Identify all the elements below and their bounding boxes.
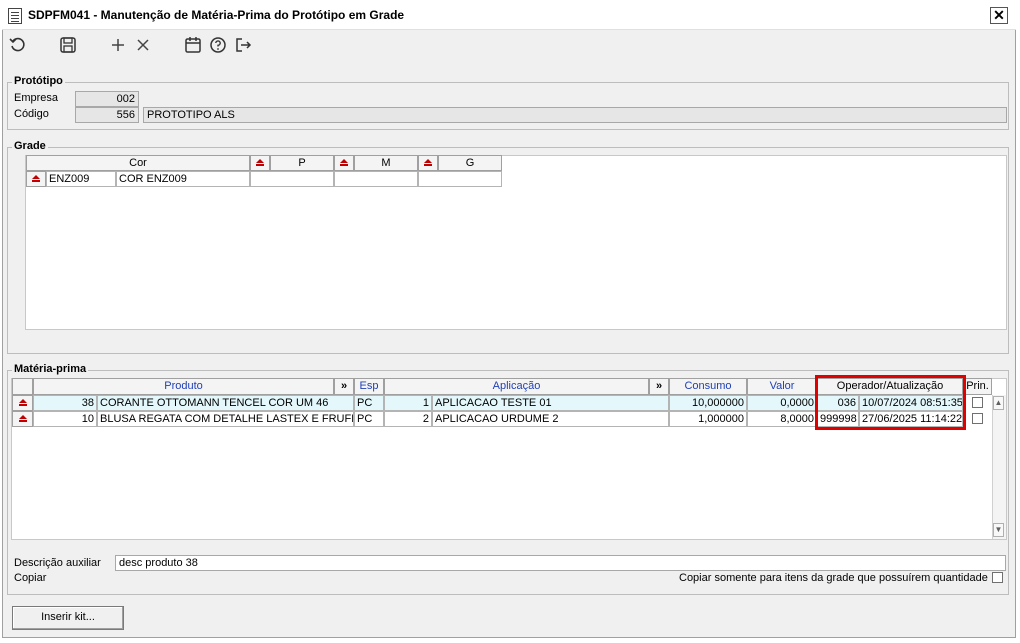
row-aplicacao-numero[interactable]: 2 [384, 411, 432, 427]
grade-qty-cell[interactable] [250, 171, 334, 187]
row-esp[interactable]: PC [354, 395, 384, 411]
eject-icon[interactable] [12, 411, 33, 427]
prin-checkbox[interactable] [972, 397, 983, 408]
grade-header-size: G [438, 155, 502, 171]
save-icon [60, 37, 76, 53]
header-esp[interactable]: Esp [354, 378, 384, 395]
header-produto[interactable]: Produto [33, 378, 334, 395]
expand-aplicacao-button[interactable]: » [649, 378, 669, 395]
header-valor[interactable]: Valor [747, 378, 817, 395]
grid-corner-header [12, 378, 33, 395]
grade-qty-cell[interactable] [418, 171, 502, 187]
empresa-field: 002 [75, 91, 139, 107]
row-valor[interactable]: 0,0000 [747, 395, 817, 411]
eject-icon[interactable] [418, 155, 438, 171]
exit-button[interactable] [232, 34, 254, 56]
row-aplicacao-numero[interactable]: 1 [384, 395, 432, 411]
row-produto-nome[interactable]: BLUSA REGATA COM DETALHE LASTEX E FRUFRU… [97, 411, 354, 427]
calendar-icon [185, 37, 201, 53]
undo-button[interactable] [7, 34, 29, 56]
codigo-label: Código [14, 108, 49, 120]
delete-button[interactable] [132, 34, 154, 56]
close-button[interactable]: ✕ [990, 7, 1008, 24]
vertical-scrollbar[interactable] [992, 395, 1006, 539]
descricao-auxiliar-field[interactable]: desc produto 38 [115, 555, 1006, 571]
row-produto-codigo[interactable]: 38 [33, 395, 97, 411]
undo-icon [9, 37, 25, 52]
copiar-somente-label: Copiar somente para itens da grade que p… [679, 572, 988, 584]
eject-icon[interactable] [334, 155, 354, 171]
empresa-label: Empresa [14, 92, 59, 104]
scroll-down-arrow[interactable]: ▼ [993, 523, 1004, 537]
materia-prima-group-title: Matéria-prima [12, 363, 89, 375]
calendar-button[interactable] [182, 34, 204, 56]
header-aplicacao[interactable]: Aplicação [384, 378, 649, 395]
prototipo-description-field: PROTOTIPO ALS [143, 107, 1007, 123]
save-button[interactable] [57, 34, 79, 56]
help-button[interactable] [207, 34, 229, 56]
expand-produto-button[interactable]: » [334, 378, 354, 395]
descricao-auxiliar-label: Descrição auxiliar [14, 557, 101, 569]
row-produto-codigo[interactable]: 10 [33, 411, 97, 427]
codigo-field: 556 [75, 107, 139, 123]
grade-header-cor: Cor [26, 155, 250, 171]
header-consumo[interactable]: Consumo [669, 378, 747, 395]
eject-icon[interactable] [250, 155, 270, 171]
add-icon [112, 39, 124, 51]
row-valor[interactable]: 8,0000 [747, 411, 817, 427]
grade-group-title: Grade [12, 140, 48, 152]
row-aplicacao-nome[interactable]: APLICACAO URDUME 2 [432, 411, 669, 427]
add-button[interactable] [107, 34, 129, 56]
operador-atualizacao-highlight [815, 375, 966, 430]
grade-qty-cell[interactable] [334, 171, 418, 187]
header-prin[interactable]: Prin. [963, 378, 992, 395]
row-produto-nome[interactable]: CORANTE OTTOMANN TENCEL COR UM 46 [97, 395, 354, 411]
copiar-somente-checkbox[interactable] [992, 572, 1003, 583]
row-consumo[interactable]: 1,000000 [669, 411, 747, 427]
scroll-up-arrow[interactable]: ▲ [993, 396, 1004, 410]
grade-header-size: M [354, 155, 418, 171]
copiar-label: Copiar [14, 572, 47, 584]
grade-cor-code-cell[interactable]: ENZ009 [46, 171, 116, 187]
eject-icon[interactable] [26, 171, 46, 187]
row-esp[interactable]: PC [354, 411, 384, 427]
prin-checkbox[interactable] [972, 413, 983, 424]
eject-icon[interactable] [12, 395, 33, 411]
inserir-kit-button[interactable]: Inserir kit... [12, 606, 124, 630]
prototipo-group-title: Protótipo [12, 75, 65, 87]
grade-header-size: P [270, 155, 334, 171]
grade-cor-name-cell[interactable]: COR ENZ009 [116, 171, 250, 187]
exit-icon [236, 38, 252, 52]
help-icon [210, 37, 226, 53]
window-title: SDPFM041 - Manutenção de Matéria-Prima d… [28, 8, 405, 22]
delete-icon [137, 39, 149, 51]
app-document-icon [8, 8, 22, 24]
toolbar [3, 30, 1015, 60]
row-aplicacao-nome[interactable]: APLICACAO TESTE 01 [432, 395, 669, 411]
row-consumo[interactable]: 10,000000 [669, 395, 747, 411]
